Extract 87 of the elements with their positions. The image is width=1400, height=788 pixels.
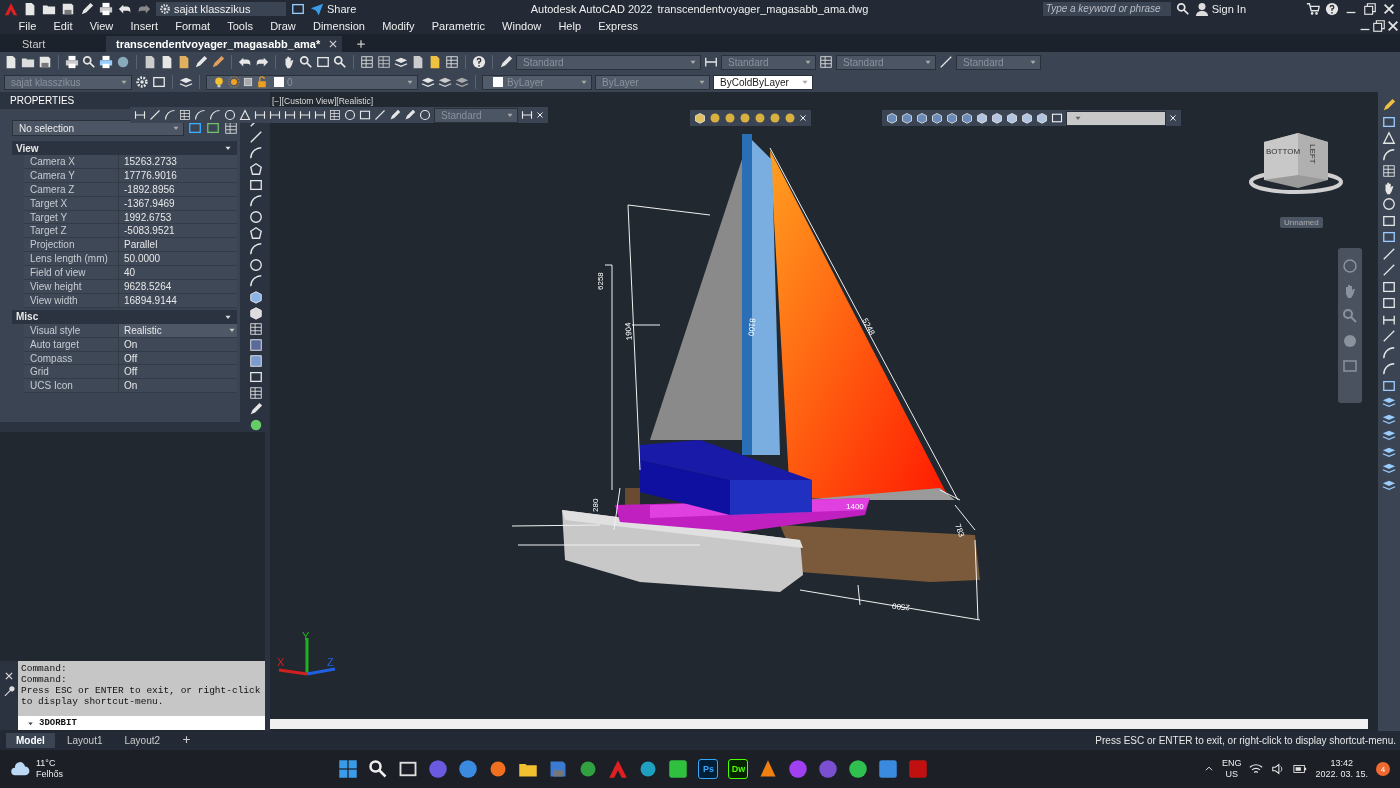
sign-in-button[interactable]: Sign In [1194, 1, 1246, 16]
menu-item[interactable]: View [81, 19, 122, 32]
viewcube-face-label[interactable]: LEFT [1308, 144, 1317, 164]
document-tab[interactable]: transcendentvoyager_magasabb_ama* [106, 36, 343, 52]
property-value: Off [118, 365, 237, 379]
keyboard-region[interactable]: US [1225, 769, 1238, 780]
property-name: Target Y [29, 211, 69, 223]
layout-tab[interactable]: Model [6, 733, 55, 748]
app-icon[interactable]: Dw [728, 759, 749, 779]
viewcube-face-label[interactable]: BOTTOM [1266, 147, 1301, 156]
clock-time[interactable]: 13:42 [1330, 758, 1353, 769]
property-name: Field of view [29, 267, 87, 279]
dimension-label: 5248 [860, 316, 877, 337]
property-value: On [118, 379, 237, 393]
layout-tab[interactable]: Layout2 [114, 733, 171, 748]
property-name: UCS Icon [29, 380, 74, 392]
property-value: 40 [118, 266, 237, 279]
command-history-line: Command: [21, 674, 68, 685]
property-value: 50.0000 [118, 252, 237, 266]
property-name: Target X [29, 197, 69, 209]
property-name: Compass [29, 352, 74, 364]
layout-tab[interactable]: Layout1 [56, 733, 113, 748]
section-header[interactable]: Misc [12, 309, 237, 324]
menu-item[interactable]: Format [166, 19, 219, 32]
property-name: View width [29, 294, 79, 306]
app-icon[interactable]: Ps [698, 759, 719, 779]
menu-item[interactable]: Modify [373, 19, 424, 32]
axis-label: X [277, 656, 285, 668]
property-name: Camera Y [29, 169, 76, 181]
viewport-label[interactable]: [−][Custom View][Realistic] [272, 96, 374, 106]
clock-date[interactable]: 2022. 03. 15. [1315, 769, 1368, 780]
menu-item[interactable]: Insert [121, 19, 167, 32]
section-header[interactable]: View [12, 141, 237, 155]
property-value: -1892.8956 [118, 182, 237, 196]
app-title: Autodesk AutoCAD 2022 [530, 2, 653, 15]
property-value: Off [118, 351, 237, 365]
property-value: -5083.9521 [118, 224, 237, 238]
command-history-line: Press ESC or ENTER to exit, or right-click to display shortcut-menu. [21, 685, 262, 707]
menu-item[interactable]: File [10, 19, 45, 32]
property-value: -1367.9469 [118, 196, 237, 210]
menu-item[interactable]: Window [493, 19, 550, 32]
menu-item[interactable]: Tools [218, 19, 262, 32]
property-name: Visual style [29, 324, 82, 336]
status-message: Press ESC or ENTER to exit, or right-click to display shortcut-menu. [1095, 735, 1397, 746]
property-value: 17776.9016 [118, 168, 237, 182]
weather-text: Felhős [36, 769, 63, 780]
axis-label: Z [327, 656, 334, 668]
dimension-label: 280 [591, 498, 600, 512]
property-name: Camera X [29, 155, 76, 167]
document-tab[interactable]: Start [12, 36, 102, 52]
property-name: Auto target [29, 338, 80, 350]
menu-item[interactable]: Express [589, 19, 647, 32]
menu-item[interactable]: Draw [261, 19, 305, 32]
dimension-label: 8100 [746, 317, 757, 337]
dimension-label: 1400 [846, 502, 864, 511]
command-history-line: Command: [21, 663, 68, 674]
dimension-label: 6258 [596, 272, 605, 290]
property-value: 15263.2733 [118, 155, 237, 168]
lineweight-dropdown[interactable]: ByColdByLayer [713, 74, 813, 90]
property-name: Projection [29, 239, 76, 251]
temperature: 11°C [36, 758, 57, 769]
property-value: Parallel [118, 238, 237, 252]
dimension-label: 783 [953, 522, 967, 539]
property-name: View height [29, 280, 83, 292]
share-button[interactable]: Share [310, 1, 357, 16]
property-value: 1992.6753 [118, 210, 237, 224]
selection-dropdown[interactable]: No selection [12, 120, 184, 136]
axis-label: Y [302, 632, 310, 642]
language[interactable]: ENG [1221, 758, 1242, 769]
command-input[interactable]: 3DORBIT [18, 716, 265, 730]
menu-item[interactable]: Help [549, 19, 590, 32]
workspace-dropdown[interactable]: sajat klasszikus [156, 1, 286, 16]
property-value: On [118, 337, 237, 351]
menu-item[interactable]: Parametric [423, 19, 494, 32]
file-title: transcendentvoyager_magasabb_ama.dwg [657, 2, 869, 15]
panel-title: PROPERTIES [0, 92, 240, 109]
property-name: Grid [29, 366, 50, 378]
search-field[interactable]: Type a keyword or phrase [1042, 1, 1171, 16]
property-value: 9628.5264 [118, 280, 237, 293]
property-name: Lens length (mm) [29, 253, 109, 265]
property-value: 16894.9144 [118, 293, 237, 307]
property-name: Target Z [29, 225, 68, 237]
dimension-label: 2500 [891, 601, 911, 612]
menu-item[interactable]: Dimension [304, 19, 374, 32]
menu-item[interactable]: Edit [44, 19, 82, 32]
dimension-label: 1904 [623, 322, 634, 341]
property-name: Camera Z [29, 183, 76, 195]
